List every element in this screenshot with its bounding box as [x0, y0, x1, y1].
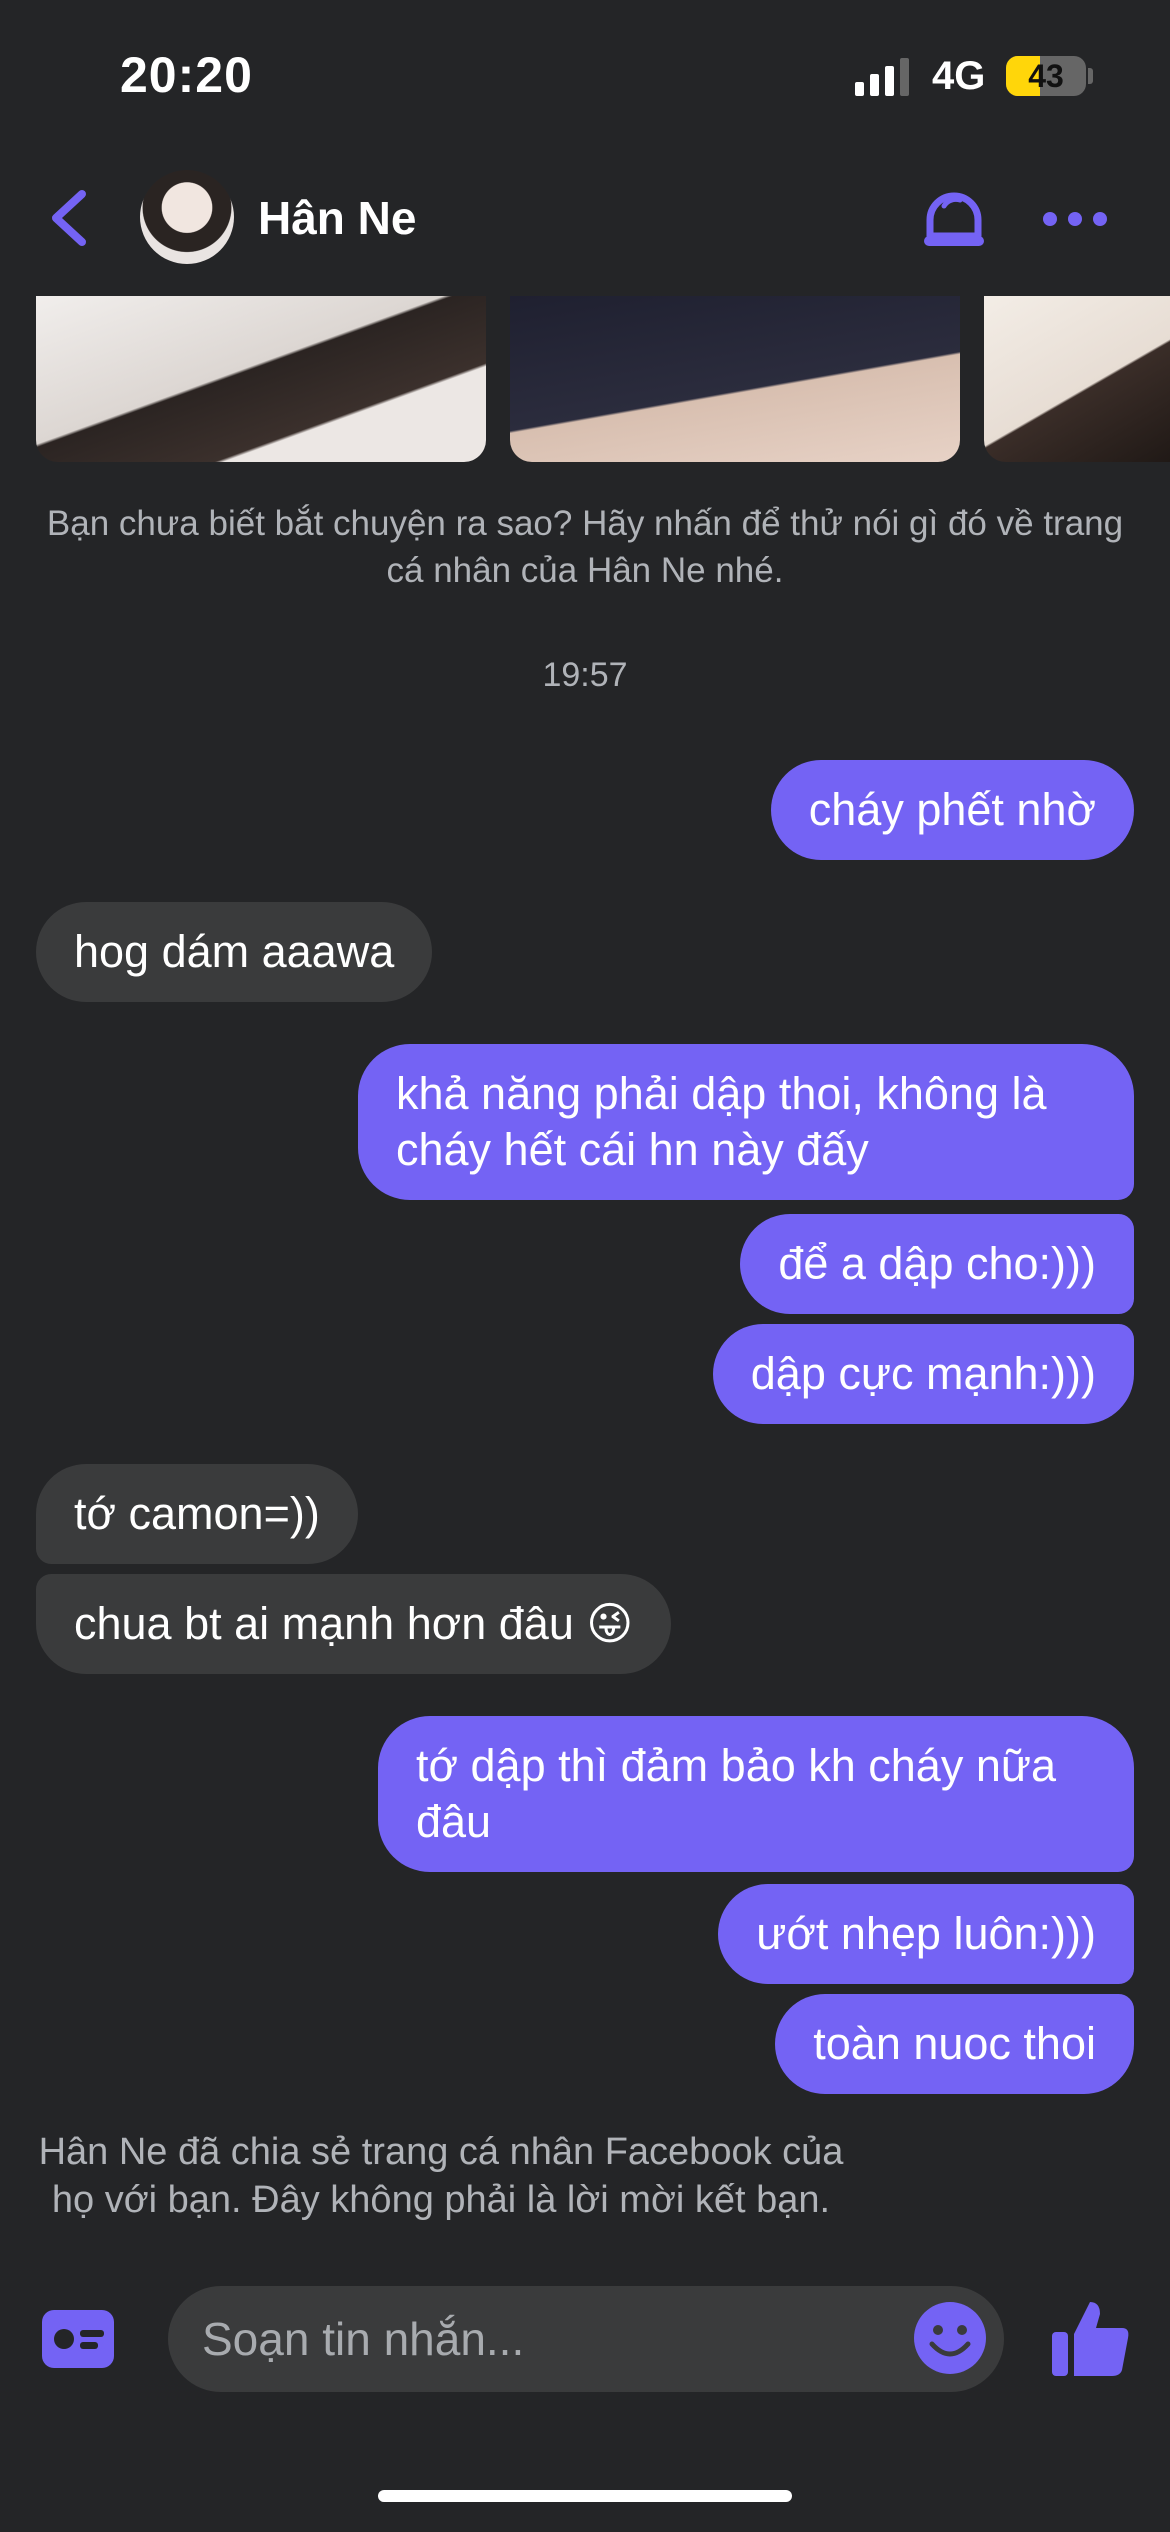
message-input-placeholder: Soạn tin nhắn... [202, 2313, 525, 2365]
message-input[interactable]: Soạn tin nhắn... [168, 2286, 1004, 2392]
profile-photo-3[interactable] [984, 296, 1170, 462]
message-bubble-outgoing[interactable]: toàn nuoc thoi [775, 1994, 1134, 2094]
message-bubble-incoming[interactable]: tớ camon=)) [36, 1464, 358, 1564]
battery-icon: 43 [1006, 56, 1086, 96]
message-bubble-incoming[interactable]: hog dám aaawa [36, 902, 433, 1002]
signal-icon [855, 56, 909, 96]
bell-icon[interactable] [920, 184, 988, 256]
message-bubble-outgoing[interactable]: ướt nhẹp luôn:))) [718, 1884, 1134, 1984]
message-bubble-incoming[interactable]: chua bt ai mạnh hơn đâu 😜 [36, 1574, 672, 1674]
more-options-icon[interactable] [1040, 204, 1110, 234]
home-indicator[interactable] [378, 2490, 792, 2502]
battery-cap [1088, 68, 1093, 84]
thumbs-up-icon[interactable] [1048, 2296, 1132, 2380]
profile-shared-notice: Hân Ne đã chia sẻ trang cá nhân Facebook… [38, 2131, 844, 2221]
message-bubble-outgoing[interactable]: dập cực mạnh:))) [712, 1324, 1134, 1424]
message-bubble-outgoing[interactable]: để a dập cho:))) [740, 1214, 1134, 1314]
message-bubble-outgoing[interactable]: khả năng phải dập thoi, không là cháy hế… [358, 1044, 1134, 1200]
status-time: 20:20 [120, 47, 253, 103]
emoji-icon[interactable] [912, 2300, 988, 2376]
message-timestamp: 19:57 [542, 656, 628, 694]
contact-avatar[interactable] [140, 170, 234, 264]
profile-photo-2[interactable] [510, 296, 960, 462]
contact-card-icon[interactable] [42, 2310, 114, 2368]
network-label: 4G [932, 54, 986, 98]
profile-photo-1[interactable] [36, 296, 486, 462]
message-bubble-outgoing[interactable]: cháy phết nhờ [770, 760, 1134, 860]
battery-percent: 43 [1028, 58, 1064, 94]
back-chevron-icon[interactable] [44, 188, 96, 248]
conversation-starter-hint[interactable]: Bạn chưa biết bắt chuyện ra sao? Hãy nhấ… [40, 500, 1130, 594]
contact-name[interactable]: Hân Ne [258, 191, 416, 245]
message-bubble-outgoing[interactable]: tớ dập thì đảm bảo kh cháy nữa đâu [378, 1716, 1134, 1872]
